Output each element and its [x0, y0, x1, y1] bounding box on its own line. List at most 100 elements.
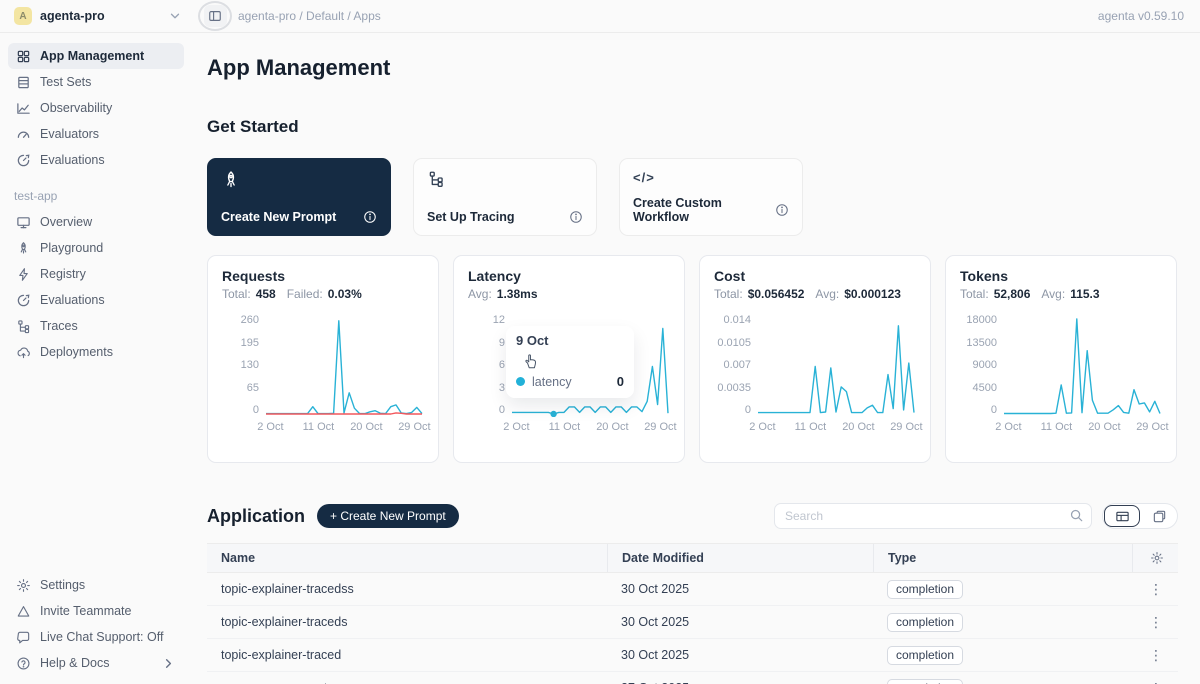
sidebar-item-label: Traces	[40, 319, 78, 333]
table-row[interactable]: career-assessment 27 Oct 2025 completion…	[207, 672, 1178, 684]
sidebar-item-playground[interactable]: Playground	[8, 235, 184, 261]
sidebar-item-label: Live Chat Support: Off	[40, 630, 163, 644]
sidebar-item-label: Observability	[40, 101, 112, 115]
column-header-type[interactable]: Type	[873, 544, 1132, 572]
chat-icon	[16, 630, 31, 645]
set-up-tracing-card[interactable]: Set Up Tracing	[413, 158, 597, 236]
cost-chart[interactable]	[756, 313, 916, 417]
search-box	[774, 503, 1092, 529]
search-icon	[1069, 508, 1084, 523]
tokens-chart[interactable]	[1002, 313, 1162, 417]
rocket-icon	[221, 170, 241, 190]
sidebar-item-label: Invite Teammate	[40, 604, 131, 618]
app-name: topic-explainer-traceds	[207, 615, 607, 629]
search-input[interactable]	[774, 503, 1092, 529]
chart-stats: Total:52,806 Avg:115.3	[960, 287, 1162, 301]
type-badge: completion	[887, 613, 963, 632]
workspace-switcher[interactable]: A agenta-pro	[0, 7, 192, 25]
table-row[interactable]: topic-explainer-tracedss 30 Oct 2025 com…	[207, 573, 1178, 606]
click-highlight-ring	[198, 1, 232, 31]
app-date: 30 Oct 2025	[607, 582, 873, 596]
sidebar-item-traces[interactable]: Traces	[8, 313, 184, 339]
table-view-button[interactable]	[1104, 505, 1140, 527]
sidebar-item-label: App Management	[40, 49, 144, 63]
code-icon: </>	[633, 170, 789, 185]
sidebar-footer: Settings Invite Teammate Live Chat Suppo…	[8, 572, 184, 676]
tracing-tree-icon	[427, 170, 445, 188]
line-chart-icon	[16, 101, 31, 116]
create-custom-workflow-card[interactable]: </> Create Custom Workflow	[619, 158, 803, 236]
sidebar-item-label: Evaluators	[40, 127, 99, 141]
row-menu-button[interactable]: ⋮	[1132, 647, 1178, 664]
y-axis-labels: 129630	[468, 313, 505, 417]
table-row[interactable]: topic-explainer-traceds 30 Oct 2025 comp…	[207, 606, 1178, 639]
table-view-icon	[1115, 509, 1130, 524]
triangle-icon	[16, 604, 31, 619]
app-name: topic-explainer-traced	[207, 648, 607, 662]
sidebar-item-observability[interactable]: Observability	[8, 95, 184, 121]
chevron-right-icon	[161, 656, 176, 671]
breadcrumb[interactable]: agenta-pro / Default / Apps	[238, 9, 381, 23]
row-menu-button[interactable]: ⋮	[1132, 680, 1178, 684]
sidebar-item-label: Test Sets	[40, 75, 91, 89]
sidebar-item-deployments[interactable]: Deployments	[8, 339, 184, 365]
series-value: 0	[617, 374, 624, 389]
stats-cards: Requests Total:458 Failed:0.03% 26019513…	[207, 255, 1178, 463]
card-label: Create New Prompt	[221, 210, 336, 224]
rocket-icon	[16, 241, 31, 256]
row-menu-button[interactable]: ⋮	[1132, 581, 1178, 598]
create-new-prompt-button[interactable]: + Create New Prompt	[317, 504, 459, 528]
sidebar-item-label: Evaluations	[40, 293, 105, 307]
y-axis-labels: 0.0140.01050.0070.00350	[714, 313, 751, 417]
cost-card: Cost Total:$0.056452 Avg:$0.000123 0.014…	[699, 255, 931, 463]
speedometer-icon	[16, 293, 31, 308]
chart-title: Cost	[714, 268, 916, 284]
panel-left-icon	[208, 9, 222, 23]
info-icon[interactable]	[775, 203, 789, 217]
info-icon[interactable]	[363, 210, 377, 224]
chart-stats: Total:458 Failed:0.03%	[222, 287, 424, 301]
gauge-icon	[16, 127, 31, 142]
row-menu-button[interactable]: ⋮	[1132, 614, 1178, 631]
speedometer-icon	[16, 153, 31, 168]
get-started-cards: Create New Prompt Set Up Tracing </> Cre…	[207, 158, 1178, 236]
application-heading: Application	[207, 506, 305, 527]
sidebar-item-label: Playground	[40, 241, 103, 255]
sidebar-toggle-button[interactable]	[204, 5, 227, 27]
table-settings-gear-icon[interactable]	[1150, 551, 1164, 565]
sidebar-item-registry[interactable]: Registry	[8, 261, 184, 287]
sidebar-item-invite-teammate[interactable]: Invite Teammate	[8, 598, 184, 624]
table-row[interactable]: topic-explainer-traced 30 Oct 2025 compl…	[207, 639, 1178, 672]
column-header-name[interactable]: Name	[207, 544, 607, 572]
project-group-label: test-app	[8, 189, 184, 203]
sidebar-item-app-management[interactable]: App Management	[8, 43, 184, 69]
card-view-button[interactable]	[1141, 504, 1177, 528]
sidebar-item-project-evaluations[interactable]: Evaluations	[8, 287, 184, 313]
chart-title: Tokens	[960, 268, 1162, 284]
hand-cursor-icon	[522, 352, 540, 370]
app-version: agenta v0.59.10	[1098, 9, 1200, 23]
sidebar-item-label: Deployments	[40, 345, 113, 359]
x-axis-labels: 2 Oct11 Oct20 Oct29 Oct	[264, 421, 424, 435]
sidebar-item-evaluations[interactable]: Evaluations	[8, 147, 184, 173]
workspace-avatar: A	[14, 7, 32, 25]
page-title: App Management	[207, 55, 1178, 81]
sidebar-item-help-docs[interactable]: Help & Docs	[8, 650, 184, 676]
sidebar-item-overview[interactable]: Overview	[8, 209, 184, 235]
topbar: A agenta-pro agenta-pro / Default / Apps…	[0, 0, 1200, 33]
grid-icon	[16, 49, 31, 64]
sidebar-item-evaluators[interactable]: Evaluators	[8, 121, 184, 147]
sidebar-item-live-chat-support[interactable]: Live Chat Support: Off	[8, 624, 184, 650]
info-icon[interactable]	[569, 210, 583, 224]
table-header: Name Date Modified Type	[207, 543, 1178, 573]
application-header: Application + Create New Prompt	[207, 503, 1178, 529]
sidebar-item-settings[interactable]: Settings	[8, 572, 184, 598]
create-new-prompt-card[interactable]: Create New Prompt	[207, 158, 391, 236]
latency-card: Latency Avg:1.38ms 129630 2 Oct11 Oct20 …	[453, 255, 685, 463]
column-header-date-modified[interactable]: Date Modified	[607, 544, 873, 572]
card-label: Create Custom Workflow	[633, 196, 775, 224]
requests-chart[interactable]	[264, 313, 424, 417]
get-started-heading: Get Started	[207, 117, 1178, 137]
sidebar-item-test-sets[interactable]: Test Sets	[8, 69, 184, 95]
x-axis-labels: 2 Oct11 Oct20 Oct29 Oct	[1002, 421, 1162, 435]
